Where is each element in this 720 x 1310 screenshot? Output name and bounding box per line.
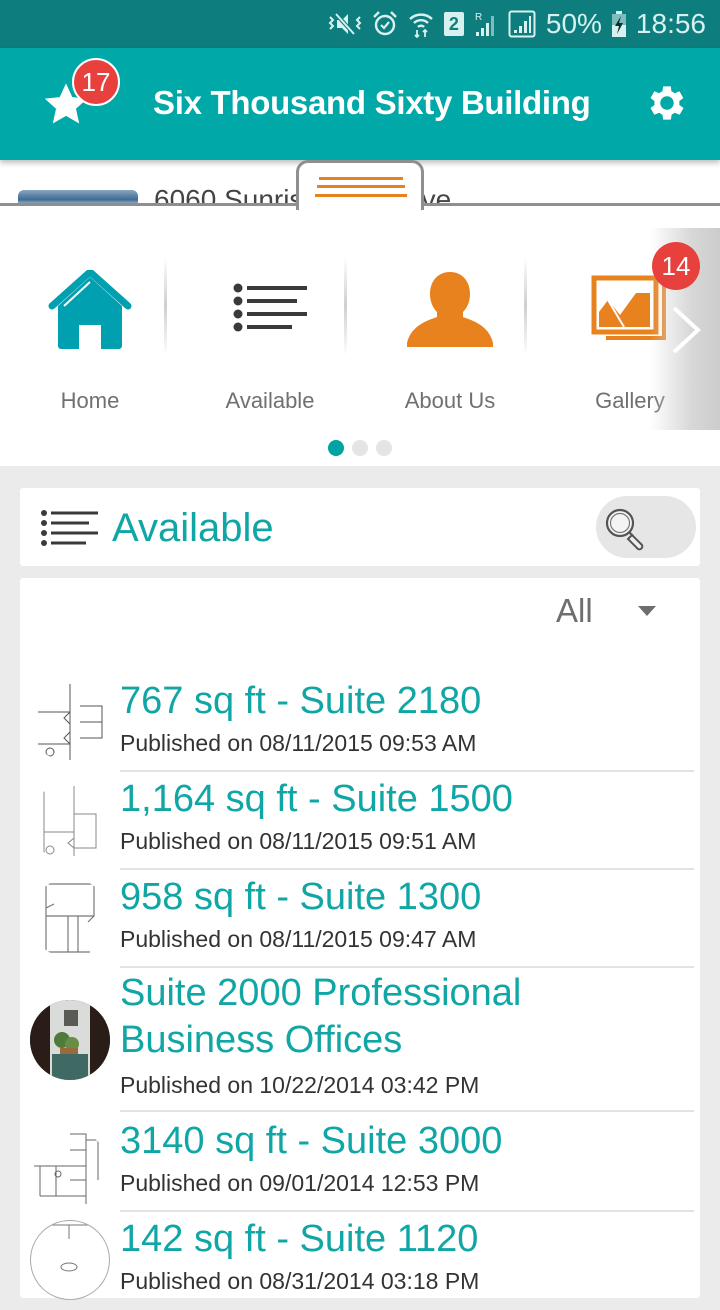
search-button[interactable] — [596, 496, 696, 558]
listing-title-line-2: Business Offices — [120, 1019, 403, 1061]
row-divider — [120, 966, 694, 968]
gallery-badge: 14 — [652, 242, 700, 290]
carousel-next-button[interactable] — [668, 304, 704, 356]
nav-label: Available — [225, 388, 315, 413]
panel-pull-tab[interactable] — [296, 160, 424, 210]
floorplan-thumbnail — [30, 782, 110, 862]
nav-item-available[interactable]: Available — [180, 230, 360, 420]
row-divider — [120, 1110, 694, 1112]
app-bar: 17 Six Thousand Sixty Building — [0, 48, 720, 160]
chevron-down-icon[interactable] — [638, 606, 656, 616]
svg-text:R: R — [475, 12, 482, 23]
listing-row[interactable]: 1,164 sq ft - Suite 1500 Published on 08… — [20, 774, 700, 870]
listing-title: 1,164 sq ft - Suite 1500 — [120, 778, 513, 820]
menu-handle-line — [315, 194, 407, 197]
sim-2-icon: 2 — [443, 9, 464, 39]
nav-item-home[interactable]: Home — [0, 230, 180, 420]
app-title: Six Thousand Sixty Building — [153, 84, 591, 121]
clock: 18:56 — [635, 8, 706, 39]
page-dot[interactable] — [376, 440, 392, 456]
page-dot-active[interactable] — [328, 440, 344, 456]
nav-separator — [164, 256, 167, 356]
section-title: Available — [112, 506, 274, 550]
row-divider — [120, 1210, 694, 1212]
listings-card: All 767 sq ft - Suite 2180 Published on … — [20, 578, 700, 1300]
listing-row[interactable]: 3140 sq ft - Suite 3000 Published on 09/… — [20, 1116, 700, 1212]
listing-row[interactable]: 958 sq ft - Suite 1300 Published on 08/1… — [20, 872, 700, 968]
listing-row[interactable]: Suite 2000 Professional Business Offices… — [20, 970, 700, 1114]
row-divider — [120, 868, 694, 870]
search-icon — [605, 508, 644, 551]
floorplan-thumbnail — [30, 682, 110, 762]
nav-label: Home — [60, 388, 120, 413]
listing-title: 958 sq ft - Suite 1300 — [120, 876, 482, 918]
alarm-icon — [372, 9, 398, 39]
floorplan-thumbnail — [30, 1130, 110, 1210]
listing-published: Published on 08/11/2015 09:51 AM — [120, 828, 477, 854]
listing-row[interactable]: 767 sq ft - Suite 2180 Published on 08/1… — [20, 676, 700, 772]
chevron-right-icon — [672, 306, 701, 354]
page-dot[interactable] — [352, 440, 368, 456]
office-photo-thumbnail — [30, 1000, 110, 1080]
floorplan-thumbnail — [30, 1220, 110, 1300]
person-icon — [407, 272, 493, 347]
listing-title: 767 sq ft - Suite 2180 — [120, 680, 482, 722]
roaming-signal-icon: R — [474, 9, 498, 39]
status-bar: 2 R 50% 18:56 — [0, 0, 720, 48]
section-header: Available — [20, 488, 700, 566]
nav-separator — [344, 256, 347, 356]
filter-dropdown[interactable]: All — [556, 592, 593, 630]
listing-published: Published on 10/22/2014 03:42 PM — [120, 1072, 480, 1098]
nav-label: About Us — [404, 388, 496, 413]
nav-separator — [524, 256, 527, 356]
listing-title: 3140 sq ft - Suite 3000 — [120, 1120, 503, 1162]
listing-title: 142 sq ft - Suite 1120 — [120, 1218, 479, 1260]
home-icon — [48, 270, 132, 349]
nav-item-about-us[interactable]: About Us — [360, 230, 540, 420]
listing-row[interactable]: 142 sq ft - Suite 1120 Published on 08/3… — [20, 1214, 700, 1310]
favorites-badge: 17 — [72, 58, 120, 106]
list-icon — [41, 510, 98, 546]
settings-button[interactable] — [644, 80, 690, 126]
menu-handle-icon — [319, 177, 403, 180]
listing-published: Published on 09/01/2014 12:53 PM — [120, 1170, 480, 1196]
floorplan-thumbnail — [30, 878, 110, 958]
row-divider — [120, 770, 694, 772]
listing-published: Published on 08/31/2014 03:18 PM — [120, 1268, 480, 1294]
listing-published: Published on 08/11/2015 09:53 AM — [120, 730, 477, 756]
nav-carousel: Home Available About Us Gallery 14 — [0, 206, 720, 466]
list-icon — [233, 283, 307, 332]
gear-icon — [650, 86, 684, 120]
vibrate-mute-icon — [328, 9, 362, 39]
wifi-icon — [408, 9, 434, 39]
signal-icon — [508, 9, 536, 39]
battery-charging-icon — [611, 9, 626, 39]
carousel-page-indicator — [0, 440, 720, 456]
listing-published: Published on 08/11/2015 09:47 AM — [120, 926, 477, 952]
listing-title-line-1: Suite 2000 Professional — [120, 972, 522, 1014]
battery-percent: 50% — [545, 8, 602, 39]
menu-handle-line — [317, 185, 405, 188]
